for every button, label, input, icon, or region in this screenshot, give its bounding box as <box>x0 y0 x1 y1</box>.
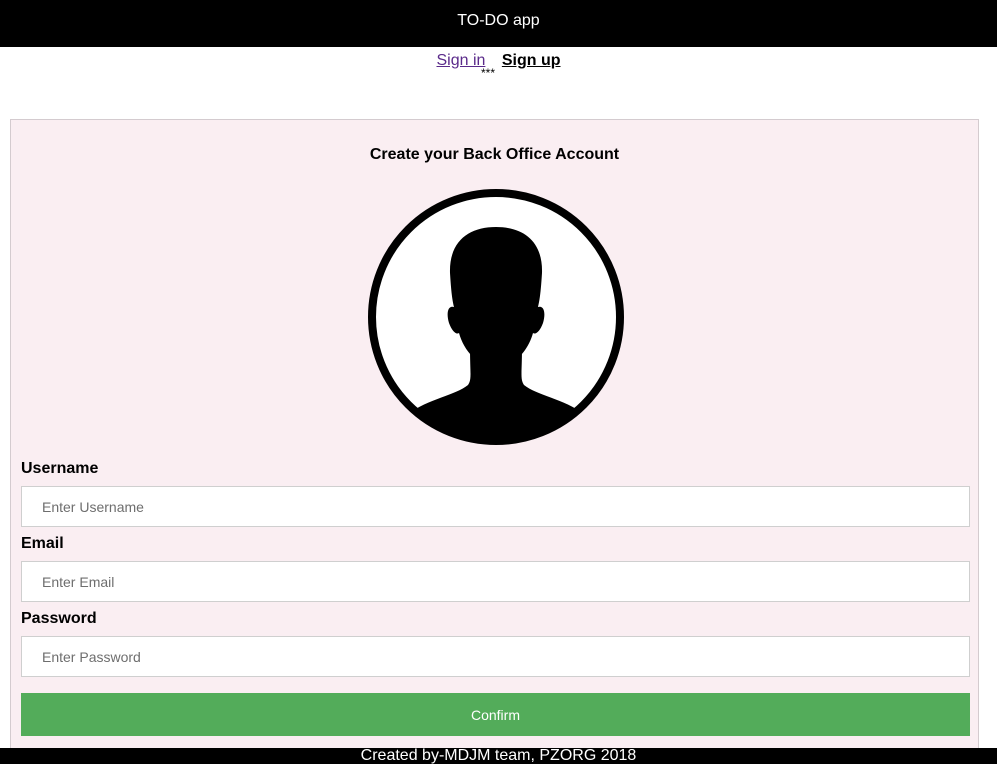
page-footer: Created by-MDJM team, PZORG 2018 <box>0 748 997 764</box>
password-input[interactable] <box>21 636 970 677</box>
form-title: Create your Back Office Account <box>369 146 620 163</box>
email-input[interactable] <box>21 561 970 602</box>
auth-nav: Sign in Sign up *** <box>0 52 997 82</box>
signup-panel: Create your Back Office Account Username… <box>10 119 979 764</box>
email-label: Email <box>21 535 64 552</box>
active-tab-marker: *** <box>481 66 496 80</box>
footer-text: Created by-MDJM team, PZORG 2018 <box>360 747 637 764</box>
username-label: Username <box>21 460 99 477</box>
user-silhouette-icon <box>368 189 624 445</box>
app-title: TO-DO app <box>457 12 540 29</box>
app-header: TO-DO app <box>0 0 997 47</box>
sign-in-link[interactable]: Sign in <box>436 52 485 69</box>
sign-up-link[interactable]: Sign up <box>502 52 561 69</box>
confirm-button[interactable]: Confirm <box>21 693 970 736</box>
password-label: Password <box>21 610 97 627</box>
username-input[interactable] <box>21 486 970 527</box>
